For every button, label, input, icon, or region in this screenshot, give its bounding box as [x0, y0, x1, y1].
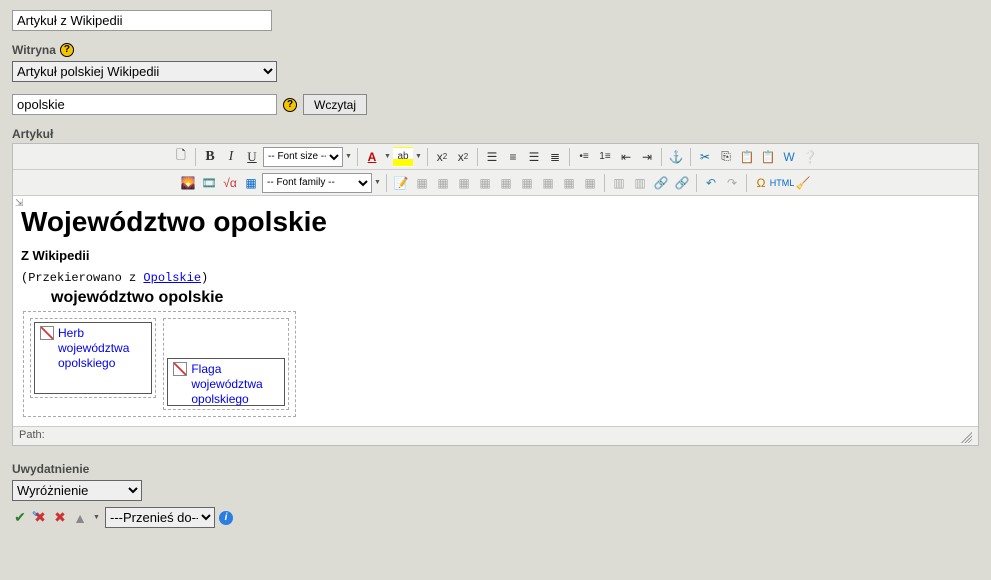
site-label: Witryna: [12, 43, 56, 57]
article-label: Artykuł: [12, 127, 53, 141]
paste-icon[interactable]: 📋: [737, 147, 757, 167]
resize-grip-icon[interactable]: [958, 429, 972, 443]
superscript-button[interactable]: x2: [453, 147, 473, 167]
resize-handle-icon[interactable]: ⇲: [15, 198, 23, 209]
warning-icon[interactable]: ▲: [72, 510, 88, 526]
table-row-props-icon[interactable]: ▦: [433, 173, 453, 193]
delete-row-icon[interactable]: ▦: [517, 173, 537, 193]
italic-button[interactable]: I: [221, 147, 241, 167]
rich-text-editor: 🗋 B I U -- Font size -- ▼ A ▼ ab ▼ x2 x2…: [12, 143, 979, 446]
infobox-image-cell: Flaga województwa opolskiego: [167, 358, 285, 406]
cleanup-icon[interactable]: 🧹: [793, 173, 813, 193]
unlink-icon[interactable]: 🔗: [672, 173, 692, 193]
table-icon[interactable]: ▦: [412, 173, 432, 193]
cut-icon[interactable]: ✂: [695, 147, 715, 167]
approve-icon[interactable]: ✔: [12, 510, 28, 526]
chevron-down-icon[interactable]: ▼: [344, 147, 353, 167]
align-center-button[interactable]: ≡: [503, 147, 523, 167]
article-heading: Województwo opolskie: [21, 206, 970, 238]
edit-css-icon[interactable]: 📝: [391, 173, 411, 193]
align-left-button[interactable]: ☰: [482, 147, 502, 167]
editor-path-bar: Path:: [13, 426, 978, 445]
font-family-select[interactable]: -- Font family --: [262, 173, 372, 193]
redo-button[interactable]: ↷: [722, 173, 742, 193]
link-icon[interactable]: 🔗: [651, 173, 671, 193]
numbered-list-button[interactable]: 1≡: [595, 147, 615, 167]
image-icon[interactable]: 🌄: [178, 173, 198, 193]
image-caption-link[interactable]: Flaga województwa opolskiego: [191, 362, 279, 407]
redirect-note: (Przekierowano z Opolskie): [21, 271, 970, 285]
paste-word-icon[interactable]: W: [779, 147, 799, 167]
outdent-button[interactable]: ⇤: [616, 147, 636, 167]
new-document-icon[interactable]: 🗋: [171, 147, 191, 167]
help-icon[interactable]: ?: [283, 98, 297, 112]
split-cells-icon[interactable]: ▥: [609, 173, 629, 193]
underline-button[interactable]: U: [242, 147, 262, 167]
path-label: Path:: [19, 429, 45, 443]
chevron-down-icon[interactable]: ▼: [373, 173, 382, 193]
merge-cells-icon[interactable]: ▥: [630, 173, 650, 193]
indent-button[interactable]: ⇥: [637, 147, 657, 167]
broken-image-icon: [173, 362, 187, 376]
highlight-color-icon[interactable]: ab: [393, 147, 413, 167]
site-select[interactable]: Artykuł polskiej Wikipedii: [12, 61, 277, 82]
align-justify-button[interactable]: ≣: [545, 147, 565, 167]
formula-icon[interactable]: √α: [220, 173, 240, 193]
emphasis-label: Uwydatnienie: [12, 462, 89, 476]
bullet-list-button[interactable]: •≡: [574, 147, 594, 167]
bold-button[interactable]: B: [200, 147, 220, 167]
keyword-input[interactable]: [12, 94, 277, 115]
info-icon[interactable]: i: [219, 511, 233, 525]
broken-image-icon: [40, 326, 54, 340]
chevron-down-icon[interactable]: ▼: [383, 147, 392, 167]
insert-row-after-icon[interactable]: ▦: [496, 173, 516, 193]
template-icon[interactable]: ▦: [241, 173, 261, 193]
insert-row-before-icon[interactable]: ▦: [475, 173, 495, 193]
reject-icon[interactable]: ✖✎: [32, 510, 48, 526]
action-row: ✔ ✖✎ ✖ ▲ ▼ ---Przenieś do--- i: [12, 507, 979, 528]
infobox-image-cell: Herb województwa opolskiego: [34, 322, 152, 394]
html-source-button[interactable]: HTML: [772, 173, 792, 193]
editor-toolbar-row-2: 🌄 🎞 √α ▦ -- Font family -- ▼ 📝 ▦ ▦ ▦ ▦ ▦…: [13, 170, 978, 196]
load-button[interactable]: Wczytaj: [303, 94, 367, 115]
title-input[interactable]: [12, 10, 272, 31]
anchor-icon[interactable]: ⚓: [666, 147, 686, 167]
emphasis-select[interactable]: Wyróżnienie: [12, 480, 142, 501]
subscript-button[interactable]: x2: [432, 147, 452, 167]
editor-content-area[interactable]: ⇲ Województwo opolskie Z Wikipedii (Prze…: [13, 196, 978, 426]
special-char-icon[interactable]: Ω: [751, 173, 771, 193]
align-right-button[interactable]: ☰: [524, 147, 544, 167]
insert-col-after-icon[interactable]: ▦: [559, 173, 579, 193]
delete-col-icon[interactable]: ▦: [580, 173, 600, 193]
infobox-title: województwo opolskie: [51, 289, 970, 307]
table-cell-props-icon[interactable]: ▦: [454, 173, 474, 193]
article-subheading: Z Wikipedii: [21, 248, 970, 263]
editor-toolbar-row-1: 🗋 B I U -- Font size -- ▼ A ▼ ab ▼ x2 x2…: [13, 144, 978, 170]
editor-help-icon[interactable]: ❔: [800, 147, 820, 167]
redirect-link[interactable]: Opolskie: [143, 271, 201, 285]
chevron-down-icon[interactable]: ▼: [414, 147, 423, 167]
image-caption-link[interactable]: Herb województwa opolskiego: [58, 326, 146, 371]
delete-icon[interactable]: ✖: [52, 510, 68, 526]
paste-text-icon[interactable]: 📋: [758, 147, 778, 167]
chevron-down-icon[interactable]: ▼: [92, 508, 101, 528]
insert-col-before-icon[interactable]: ▦: [538, 173, 558, 193]
move-to-select[interactable]: ---Przenieś do---: [105, 507, 215, 528]
undo-button[interactable]: ↶: [701, 173, 721, 193]
media-icon[interactable]: 🎞: [199, 173, 219, 193]
font-size-select[interactable]: -- Font size --: [263, 147, 343, 167]
help-icon[interactable]: ?: [60, 43, 74, 57]
infobox: Herb województwa opolskiego Flaga wojewó…: [23, 311, 296, 417]
copy-icon[interactable]: ⎘: [716, 147, 736, 167]
font-color-icon[interactable]: A: [362, 147, 382, 167]
